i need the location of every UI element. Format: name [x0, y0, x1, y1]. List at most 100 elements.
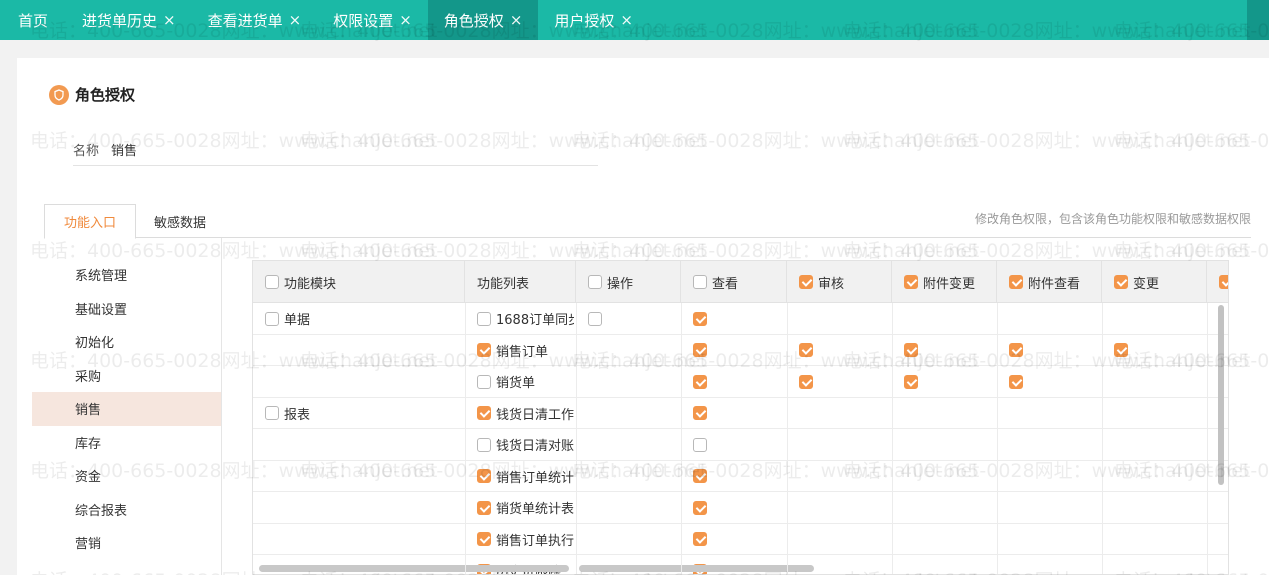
- function-checkbox[interactable]: [477, 406, 491, 420]
- permission-checkbox[interactable]: [693, 469, 707, 483]
- permission-checkbox[interactable]: [904, 343, 918, 357]
- module-checkbox[interactable]: [265, 406, 279, 420]
- module-cell: [265, 335, 463, 366]
- module-checkbox[interactable]: [265, 311, 279, 326]
- permission-checkbox[interactable]: [1114, 343, 1128, 357]
- table-row: 钱货日清对账: [253, 429, 1228, 461]
- permission-cell: [693, 335, 723, 366]
- top-tab-4[interactable]: 角色授权 ×: [427, 0, 539, 40]
- category-item[interactable]: 库存: [32, 426, 222, 460]
- close-icon[interactable]: ×: [289, 11, 302, 29]
- table-row: 报表 钱货日清工作台: [253, 398, 1228, 429]
- category-item[interactable]: 系统管理: [32, 258, 222, 292]
- column-select-checkbox[interactable]: [1009, 275, 1023, 289]
- column-divider: [1207, 303, 1208, 574]
- horizontal-scrollbar-left[interactable]: [259, 565, 569, 572]
- top-tab-label: 用户授权: [554, 11, 615, 30]
- function-checkbox[interactable]: [477, 437, 491, 452]
- function-checkbox[interactable]: [477, 532, 491, 546]
- table-row: 单据 1688订单同步: [253, 303, 1228, 335]
- column-divider: [892, 303, 893, 574]
- module-cell: 单据: [265, 303, 463, 334]
- category-item[interactable]: 综合报表: [32, 493, 222, 527]
- column-select-checkbox[interactable]: [1114, 275, 1128, 289]
- permission-checkbox[interactable]: [693, 374, 707, 389]
- top-tab-3[interactable]: 权限设置 ×: [317, 0, 428, 40]
- permission-cell: [693, 303, 723, 334]
- permission-cell: [693, 492, 723, 523]
- category-menu: 系统管理 基础设置 初始化 采购 销售 库存 资金 综合报表 营销: [32, 258, 222, 560]
- category-item[interactable]: 资金: [32, 459, 222, 493]
- tab-sensitive-data[interactable]: 敏感数据: [136, 204, 224, 238]
- permission-checkbox[interactable]: [1009, 343, 1023, 357]
- category-item[interactable]: 采购: [32, 359, 222, 393]
- permission-checkbox[interactable]: [799, 374, 813, 389]
- table-row: 销售订单执行表: [253, 524, 1228, 555]
- table-row: 销售订单: [253, 335, 1228, 366]
- function-label: 销货单: [496, 376, 536, 391]
- function-label: 销售订单: [496, 344, 549, 360]
- permission-cell: [904, 335, 934, 366]
- page-title: 角色授权: [75, 86, 136, 104]
- permission-checkbox[interactable]: [693, 500, 707, 515]
- column-header: 附件变更: [892, 261, 997, 303]
- category-item[interactable]: 基础设置: [32, 292, 222, 326]
- close-icon[interactable]: ×: [620, 11, 633, 29]
- top-tab-0[interactable]: 首页: [0, 0, 66, 40]
- column-select-checkbox[interactable]: [799, 275, 813, 289]
- permission-checkbox[interactable]: [904, 374, 918, 389]
- role-name-value: 销售: [111, 144, 138, 159]
- permission-checkbox[interactable]: [1009, 374, 1023, 389]
- top-tab-label: 查看进货单: [207, 11, 283, 30]
- permission-checkbox[interactable]: [693, 406, 707, 420]
- permission-checkbox[interactable]: [693, 343, 707, 357]
- function-checkbox[interactable]: [477, 343, 491, 357]
- menu-divider: [221, 238, 222, 575]
- column-select-checkbox[interactable]: [588, 275, 602, 289]
- module-label: 单据: [284, 313, 311, 328]
- close-icon[interactable]: ×: [399, 11, 412, 29]
- column-select-checkbox[interactable]: [904, 275, 918, 289]
- top-tab-1[interactable]: 进货单历史 ×: [66, 0, 192, 40]
- tab-bar-edge: [1247, 0, 1269, 40]
- function-checkbox[interactable]: [477, 311, 491, 326]
- top-tab-label: 权限设置: [333, 11, 394, 30]
- permission-checkbox[interactable]: [588, 311, 602, 326]
- top-tab-5[interactable]: 用户授权 ×: [538, 0, 649, 40]
- permission-cell: [693, 398, 723, 429]
- function-checkbox[interactable]: [477, 469, 491, 483]
- horizontal-scrollbar-right[interactable]: [579, 565, 814, 572]
- category-item[interactable]: 营销: [32, 526, 222, 560]
- function-checkbox[interactable]: [477, 500, 491, 515]
- column-select-checkbox[interactable]: [265, 275, 279, 289]
- permission-cell: [693, 429, 723, 460]
- tab-function-entry[interactable]: 功能入口: [44, 204, 136, 239]
- function-checkbox[interactable]: [477, 374, 491, 389]
- column-select-checkbox[interactable]: [693, 275, 707, 289]
- permission-checkbox[interactable]: [693, 532, 707, 546]
- permission-cell: [1114, 335, 1144, 366]
- function-cell: 钱货日清对账: [477, 429, 574, 460]
- function-cell: 销货单: [477, 366, 574, 397]
- close-icon[interactable]: ×: [510, 11, 523, 29]
- permission-checkbox[interactable]: [693, 311, 707, 326]
- column-header-label: 操作: [607, 276, 634, 292]
- permission-cell: [799, 335, 829, 366]
- permission-cell: [799, 366, 829, 397]
- column-header-label: 附件查看: [1028, 276, 1081, 292]
- category-item[interactable]: 初始化: [32, 325, 222, 359]
- vertical-scrollbar[interactable]: [1218, 305, 1224, 485]
- close-icon[interactable]: ×: [163, 11, 176, 29]
- function-cell: 1688订单同步: [477, 303, 574, 334]
- function-cell: 销货单统计表: [477, 492, 574, 523]
- permission-checkbox[interactable]: [693, 437, 707, 452]
- column-divider: [997, 303, 998, 574]
- category-item[interactable]: 销售: [32, 392, 222, 426]
- column-header-label: 功能列表: [477, 276, 530, 292]
- top-tab-2[interactable]: 查看进货单 ×: [192, 0, 318, 40]
- permission-checkbox[interactable]: [799, 343, 813, 357]
- function-label: 销售订单执行表: [496, 533, 574, 549]
- column-select-checkbox[interactable]: [1219, 275, 1228, 289]
- permission-table: 功能模块 功能列表 操作 查看 审核 附件变更 附件查看 变更 单据 1688订单同步 销售订单销…: [252, 260, 1229, 575]
- column-header: 附件查看: [997, 261, 1102, 303]
